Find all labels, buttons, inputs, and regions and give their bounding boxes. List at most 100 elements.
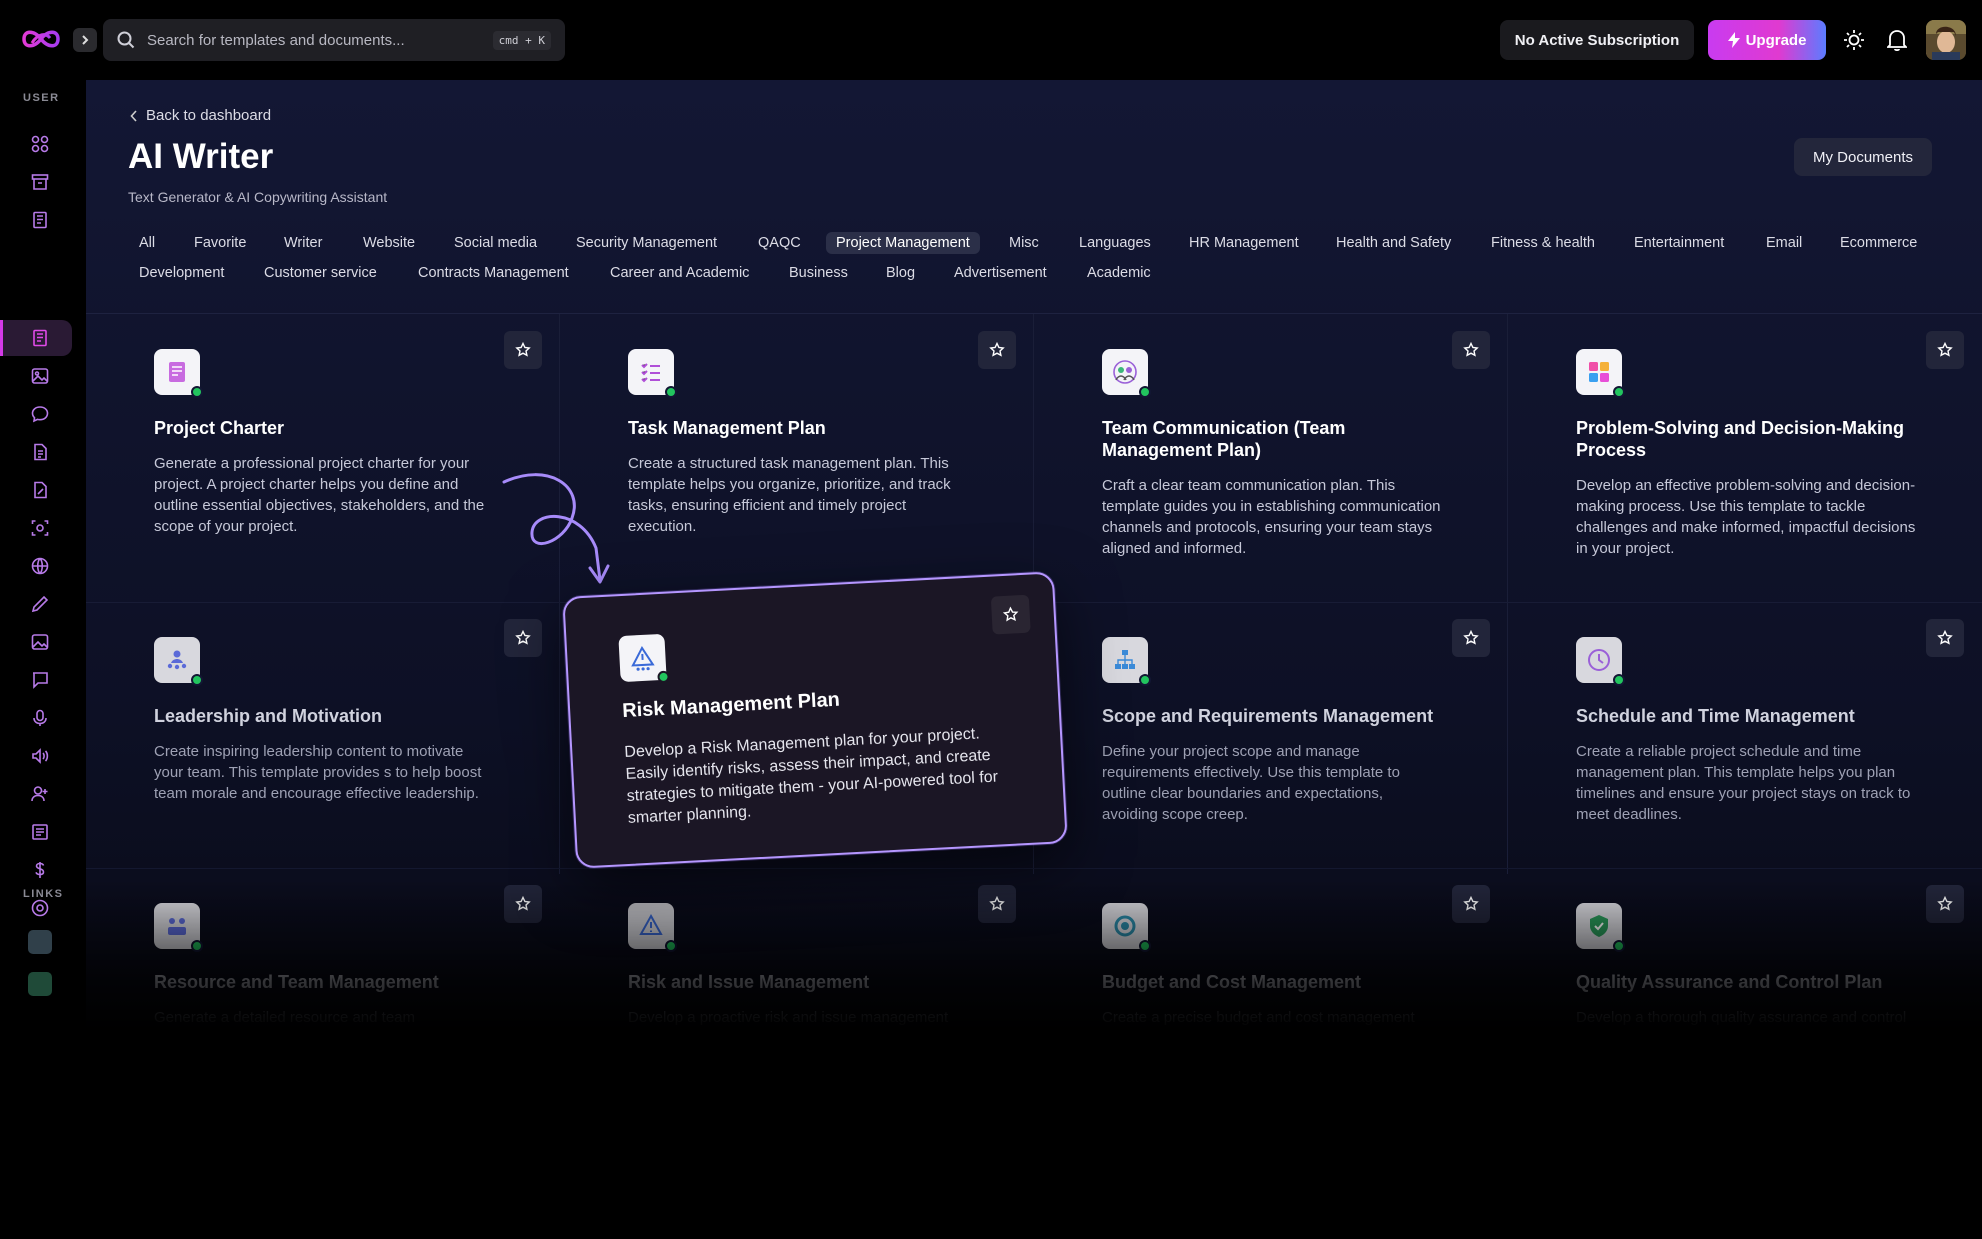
category-advertisement[interactable]: Advertisement <box>944 262 1057 284</box>
category-business[interactable]: Business <box>779 262 858 284</box>
star-icon <box>1002 606 1019 622</box>
divider <box>86 313 1982 314</box>
category-entertainment[interactable]: Entertainment <box>1624 232 1734 254</box>
card-description: Create a structured task management plan… <box>628 455 951 535</box>
speaker-icon <box>32 748 49 764</box>
category-blog[interactable]: Blog <box>876 262 925 284</box>
category-misc[interactable]: Misc <box>999 232 1049 254</box>
sidebar-item-message[interactable] <box>26 666 54 694</box>
favorite-star-button[interactable] <box>978 331 1016 369</box>
sidebar-link-2[interactable] <box>28 972 52 996</box>
category-fitness-health[interactable]: Fitness & health <box>1481 232 1605 254</box>
search-bar[interactable]: Search for templates and documents... cm… <box>103 19 565 61</box>
category-hr-management[interactable]: HR Management <box>1179 232 1309 254</box>
sidebar-item-globe[interactable] <box>26 552 54 580</box>
card-description: Define your project scope and manage req… <box>1102 743 1400 823</box>
sidebar-toggle-button[interactable] <box>73 28 97 52</box>
sidebar-item-speaker[interactable] <box>26 742 54 770</box>
card-title: Quality Assurance and Control Plan <box>1576 972 1883 992</box>
brand-logo-icon[interactable] <box>20 26 62 52</box>
favorite-star-button[interactable] <box>1452 619 1490 657</box>
sidebar-section-links: LINKS <box>23 888 64 900</box>
sidebar-item-users[interactable] <box>26 780 54 808</box>
sidebar: USER LINKS <box>0 80 86 1239</box>
favorite-star-button[interactable] <box>1926 885 1964 923</box>
category-contracts-management[interactable]: Contracts Management <box>408 262 579 284</box>
favorite-star-button[interactable] <box>1926 619 1964 657</box>
template-card[interactable]: Risk and Issue Management Develop a proa… <box>628 903 1048 1068</box>
template-card[interactable]: Budget and Cost Management Create a prec… <box>1102 903 1522 1068</box>
category-academic[interactable]: Academic <box>1077 262 1161 284</box>
template-card[interactable]: Quality Assurance and Control Plan Devel… <box>1576 903 1982 1068</box>
sidebar-item-chat[interactable] <box>26 400 54 428</box>
category-all[interactable]: All <box>129 232 165 254</box>
my-documents-button[interactable]: My Documents <box>1794 138 1932 176</box>
template-card[interactable]: Scope and Requirements Management Define… <box>1102 637 1522 837</box>
risk-issue-icon <box>628 903 677 952</box>
sidebar-item-documents[interactable] <box>26 206 54 234</box>
category-career-and-academic[interactable]: Career and Academic <box>600 262 759 284</box>
sidebar-item-scan[interactable] <box>26 514 54 542</box>
template-card[interactable]: Task Management Plan Create a structured… <box>628 349 1048 549</box>
file-edit-icon <box>34 481 47 499</box>
favorite-star-button[interactable] <box>1926 331 1964 369</box>
theme-toggle-button[interactable] <box>1840 26 1868 54</box>
category-security-management[interactable]: Security Management <box>566 232 727 254</box>
pen-icon <box>31 595 49 613</box>
sidebar-item-voice[interactable] <box>26 704 54 732</box>
template-card[interactable]: Team Communication (Team Management Plan… <box>1102 349 1522 569</box>
archive-box-icon <box>31 174 49 190</box>
search-icon <box>117 31 135 49</box>
sidebar-link-1[interactable] <box>28 930 52 954</box>
category-languages[interactable]: Languages <box>1069 232 1161 254</box>
favorite-star-button[interactable] <box>504 885 542 923</box>
template-card[interactable]: Schedule and Time Management Create a re… <box>1576 637 1982 837</box>
sidebar-item-pricing[interactable] <box>26 856 54 884</box>
sidebar-item-clipboard[interactable] <box>26 818 54 846</box>
category-customer-service[interactable]: Customer service <box>254 262 387 284</box>
card-description: Craft a clear team communication plan. T… <box>1102 477 1441 557</box>
template-card[interactable]: Resource and Team Management Generate a … <box>154 903 574 1068</box>
category-social-media[interactable]: Social media <box>444 232 547 254</box>
favorite-star-button[interactable] <box>1452 885 1490 923</box>
subscription-status-button[interactable]: No Active Subscription <box>1500 20 1694 60</box>
sidebar-item-archive[interactable] <box>26 168 54 196</box>
divider <box>86 868 1982 869</box>
category-website[interactable]: Website <box>353 232 425 254</box>
sidebar-item-dashboard[interactable] <box>26 130 54 158</box>
search-input[interactable]: Search for templates and documents... <box>147 32 493 49</box>
favorite-star-button[interactable] <box>978 885 1016 923</box>
template-card[interactable]: Problem-Solving and Decision-Making Proc… <box>1576 349 1982 569</box>
category-development[interactable]: Development <box>129 262 234 284</box>
category-qaqc[interactable]: QAQC <box>748 232 811 254</box>
settings-icon <box>31 899 49 917</box>
category-project-management[interactable]: Project Management <box>826 232 980 254</box>
sidebar-item-pen[interactable] <box>26 590 54 618</box>
sidebar-item-image[interactable] <box>26 362 54 390</box>
favorite-star-button[interactable] <box>504 619 542 657</box>
template-card[interactable]: Leadership and Motivation Create inspiri… <box>154 637 574 837</box>
category-favorite[interactable]: Favorite <box>184 232 256 254</box>
star-icon <box>1463 342 1479 357</box>
back-to-dashboard-link[interactable]: Back to dashboard <box>130 107 271 124</box>
card-description: Develop an effective problem-solving and… <box>1576 477 1916 557</box>
category-health-and-safety[interactable]: Health and Safety <box>1326 232 1461 254</box>
scan-icon <box>31 520 49 536</box>
favorite-star-button[interactable] <box>504 331 542 369</box>
category-email[interactable]: Email <box>1756 232 1812 254</box>
featured-template-card[interactable]: Risk Management Plan Develop a Risk Mana… <box>562 571 1068 869</box>
sidebar-item-gallery[interactable] <box>26 628 54 656</box>
sidebar-item-file-edit[interactable] <box>26 476 54 504</box>
favorite-star-button[interactable] <box>1452 331 1490 369</box>
sidebar-item-ai-writer[interactable] <box>26 324 54 352</box>
upgrade-button[interactable]: Upgrade <box>1708 20 1826 60</box>
favorite-star-button[interactable] <box>990 594 1031 635</box>
notifications-button[interactable] <box>1883 26 1911 54</box>
card-title: Task Management Plan <box>628 418 826 438</box>
category-ecommerce[interactable]: Ecommerce <box>1830 232 1927 254</box>
image-icon <box>31 368 49 384</box>
user-avatar[interactable] <box>1926 20 1966 60</box>
sidebar-item-file-text[interactable] <box>26 438 54 466</box>
category-writer[interactable]: Writer <box>274 232 332 254</box>
star-icon <box>989 896 1005 911</box>
